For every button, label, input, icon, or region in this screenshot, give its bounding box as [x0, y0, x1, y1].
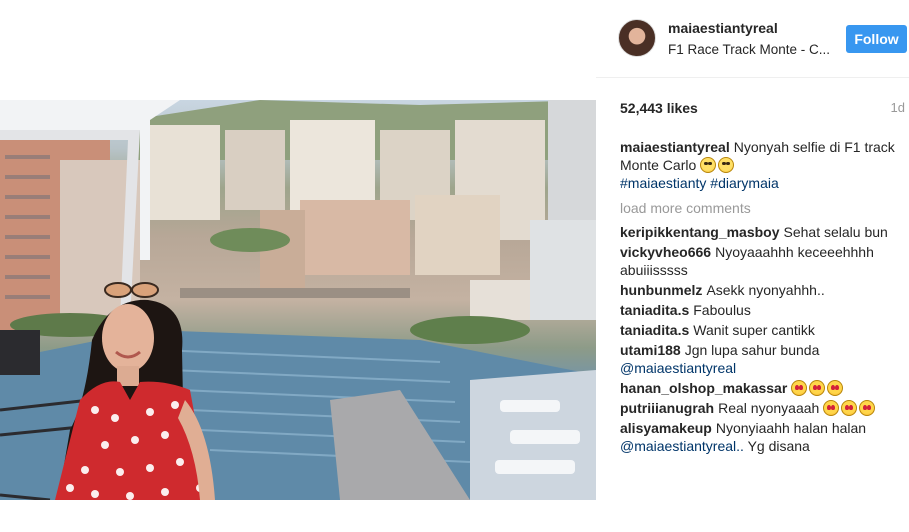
grin-emoji-icon	[718, 157, 735, 173]
heart-eyes-emoji-icon	[823, 400, 840, 416]
comment-text: Real nyonyaaah	[718, 400, 820, 416]
comment-item: utami188 Jgn lupa sahur bunda @maiaestian…	[620, 341, 905, 377]
comment-text: Asekk nyonyahhh..	[706, 282, 825, 298]
comment-item: vickyvheo666 Nyoyaaahhh keceeehhhh abuiii…	[620, 243, 905, 279]
heart-eyes-emoji-icon	[791, 380, 808, 396]
comment-username[interactable]: hanan_olshop_makassar	[620, 380, 787, 396]
follow-button[interactable]: Follow	[846, 25, 907, 53]
post-side-panel: maiaestiantyreal F1 Race Track Monte - C…	[596, 0, 909, 532]
caption: maiaestiantyreal Nyonyah selfie di F1 tra…	[620, 138, 905, 192]
grin-emoji-icon	[700, 157, 717, 173]
comment-item: taniadita.s Wanit super cantikk	[620, 321, 905, 339]
post-username[interactable]: maiaestiantyreal	[668, 20, 778, 36]
likes-count[interactable]: 52,443 likes	[620, 100, 698, 116]
load-more-comments[interactable]: load more comments	[620, 199, 905, 217]
comment-username[interactable]: taniadita.s	[620, 322, 689, 338]
comment-item: hanan_olshop_makassar	[620, 379, 905, 397]
comment-username[interactable]: keripikkentang_masboy	[620, 224, 780, 240]
caption-username[interactable]: maiaestiantyreal	[620, 139, 730, 155]
mention-link[interactable]: @maiaestiantyreal..	[620, 438, 744, 454]
comment-item: putriiianugrah Real nyonyaaah	[620, 399, 905, 417]
heart-eyes-emoji-icon	[859, 400, 876, 416]
comment-username[interactable]: taniadita.s	[620, 302, 689, 318]
comment-item: keripikkentang_masboy Sehat selalu bun	[620, 223, 905, 241]
comment-text: Jgn lupa sahur bunda	[684, 342, 820, 358]
comments-list: maiaestiantyreal Nyonyah selfie di F1 tra…	[620, 138, 905, 457]
post-time[interactable]: 1d	[891, 100, 905, 115]
comment-item: taniadita.s Faboulus	[620, 301, 905, 319]
comment-username[interactable]: utami188	[620, 342, 681, 358]
hashtag-link[interactable]: #maiaestianty	[620, 175, 706, 191]
post-header: maiaestiantyreal F1 Race Track Monte - C…	[596, 0, 909, 78]
comment-username[interactable]: alisyamakeup	[620, 420, 712, 436]
comment-item: hunbunmelz Asekk nyonyahhh..	[620, 281, 905, 299]
post-location[interactable]: F1 Race Track Monte - C...	[668, 42, 830, 57]
comment-text: Sehat selalu bun	[783, 224, 888, 240]
heart-eyes-emoji-icon	[841, 400, 858, 416]
avatar[interactable]	[618, 19, 656, 57]
comment-username[interactable]: putriiianugrah	[620, 400, 714, 416]
comment-text: Faboulus	[693, 302, 751, 318]
heart-eyes-emoji-icon	[809, 380, 826, 396]
post-photo[interactable]	[0, 100, 596, 500]
hashtag-link[interactable]: #diarymaia	[710, 175, 778, 191]
comment-username[interactable]: vickyvheo666	[620, 244, 711, 260]
comment-text: Wanit super cantikk	[693, 322, 815, 338]
comment-text: Nyonyiaahh halan halan	[715, 420, 867, 436]
comment-text: Yg disana	[743, 438, 810, 454]
monte-carlo-photo	[0, 100, 596, 500]
heart-eyes-emoji-icon	[827, 380, 844, 396]
mention-link[interactable]: @maiaestiantyreal	[620, 360, 736, 376]
comment-item: alisyamakeup Nyonyiaahh halan halan @maia…	[620, 419, 905, 455]
comment-username[interactable]: hunbunmelz	[620, 282, 702, 298]
